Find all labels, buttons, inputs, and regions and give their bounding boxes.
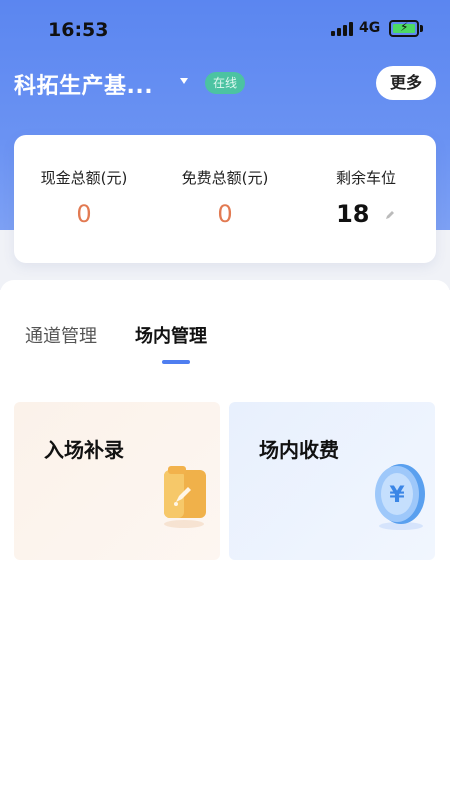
battery-icon: ⚡: [389, 20, 419, 37]
stat-cash-total: 现金总额(元) 0: [14, 167, 154, 228]
onsite-charge-tile[interactable]: 场内收费 ¥: [229, 402, 435, 560]
content-panel: 通道管理 场内管理 入场补录 场内收费 ¥: [0, 280, 450, 800]
network-type: 4G: [359, 20, 381, 36]
store-name[interactable]: 科拓生产基...: [14, 68, 153, 100]
stat-label: 免费总额(元): [181, 169, 269, 187]
entry-supplement-tile[interactable]: 入场补录: [14, 402, 220, 560]
stat-remaining-spaces: 剩余车位 18: [296, 167, 436, 228]
tile-label: 场内收费: [259, 438, 339, 462]
folder-pencil-icon: [164, 466, 206, 528]
signal-icon: [331, 22, 353, 36]
stat-value: 0: [76, 200, 92, 228]
battery-tip: [420, 25, 423, 32]
active-tab-indicator: [162, 360, 190, 364]
stat-value: 18: [336, 200, 370, 228]
svg-text:¥: ¥: [389, 483, 405, 508]
status-time: 16:53: [48, 19, 109, 41]
chevron-down-icon[interactable]: [180, 78, 188, 84]
tile-label: 入场补录: [44, 438, 124, 462]
more-button[interactable]: 更多: [376, 66, 436, 100]
stat-value: 0: [217, 200, 233, 228]
stat-free-total: 免费总额(元) 0: [155, 167, 295, 228]
stats-card: 现金总额(元) 0 免费总额(元) 0 剩余车位 18: [14, 135, 436, 263]
tab-channel-management[interactable]: 通道管理: [25, 322, 97, 348]
stat-label: 剩余车位: [335, 169, 396, 187]
tab-site-management[interactable]: 场内管理: [135, 322, 207, 348]
pencil-icon[interactable]: [384, 209, 396, 221]
yuan-coin-icon: ¥: [375, 464, 425, 530]
stat-label: 现金总额(元): [40, 169, 128, 187]
status-bar: 16:53 4G ⚡: [0, 0, 450, 58]
status-badge: 在线: [205, 72, 246, 94]
